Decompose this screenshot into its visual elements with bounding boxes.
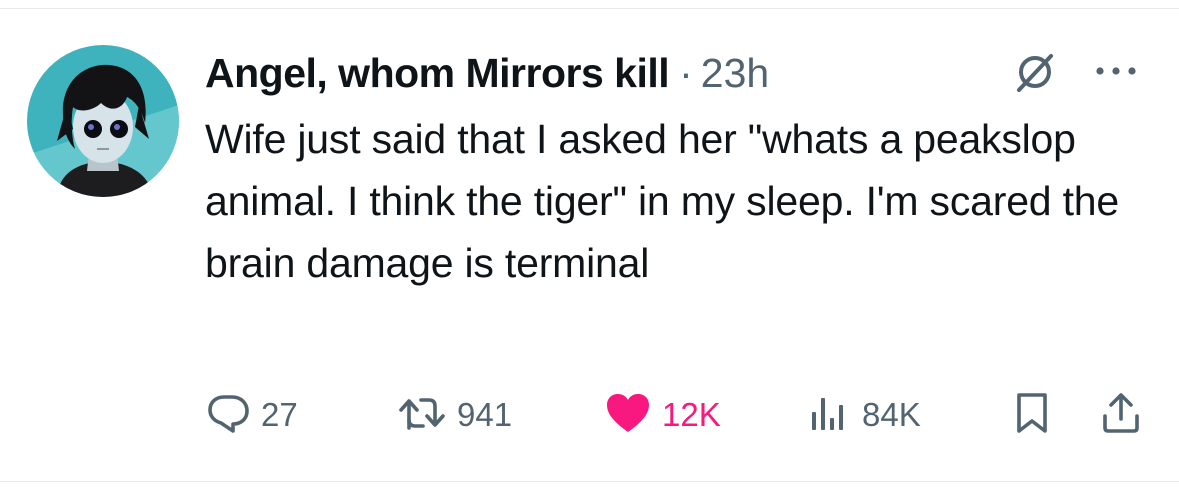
views-button[interactable]: 84K xyxy=(806,385,921,445)
repost-count: 941 xyxy=(457,396,513,433)
top-divider xyxy=(0,8,1179,9)
grok-slash-circle-icon[interactable] xyxy=(1013,50,1057,94)
bookmark-icon xyxy=(1012,390,1052,441)
share-button[interactable] xyxy=(1098,385,1144,445)
repost-arrows-icon xyxy=(397,390,447,441)
heart-filled-icon xyxy=(604,390,652,441)
bottom-divider xyxy=(0,481,1179,482)
avatar-illustration xyxy=(27,45,179,197)
like-button[interactable]: 12K xyxy=(604,385,721,445)
header-separator: · xyxy=(679,49,693,96)
avatar[interactable] xyxy=(27,45,179,197)
reply-bubble-icon xyxy=(205,390,251,441)
reply-count: 27 xyxy=(261,396,298,433)
views-bars-icon xyxy=(806,390,852,441)
timestamp[interactable]: 23h xyxy=(701,50,769,97)
like-count: 12K xyxy=(662,396,721,433)
repost-button[interactable]: 941 xyxy=(397,385,512,445)
reply-button[interactable]: 27 xyxy=(205,385,298,445)
author-name[interactable]: Angel, whom Mirrors kill xyxy=(205,50,670,97)
tweet-text: Wife just said that I asked her "whats a… xyxy=(205,116,1119,286)
views-count: 84K xyxy=(862,396,921,433)
tweet-header: Angel, whom Mirrors kill · 23h xyxy=(205,40,769,106)
bookmark-button[interactable] xyxy=(1012,385,1052,445)
action-bar: 27 941 12K 84K xyxy=(0,385,1179,445)
share-upload-icon xyxy=(1098,390,1144,441)
more-dots-icon[interactable] xyxy=(1090,56,1142,86)
